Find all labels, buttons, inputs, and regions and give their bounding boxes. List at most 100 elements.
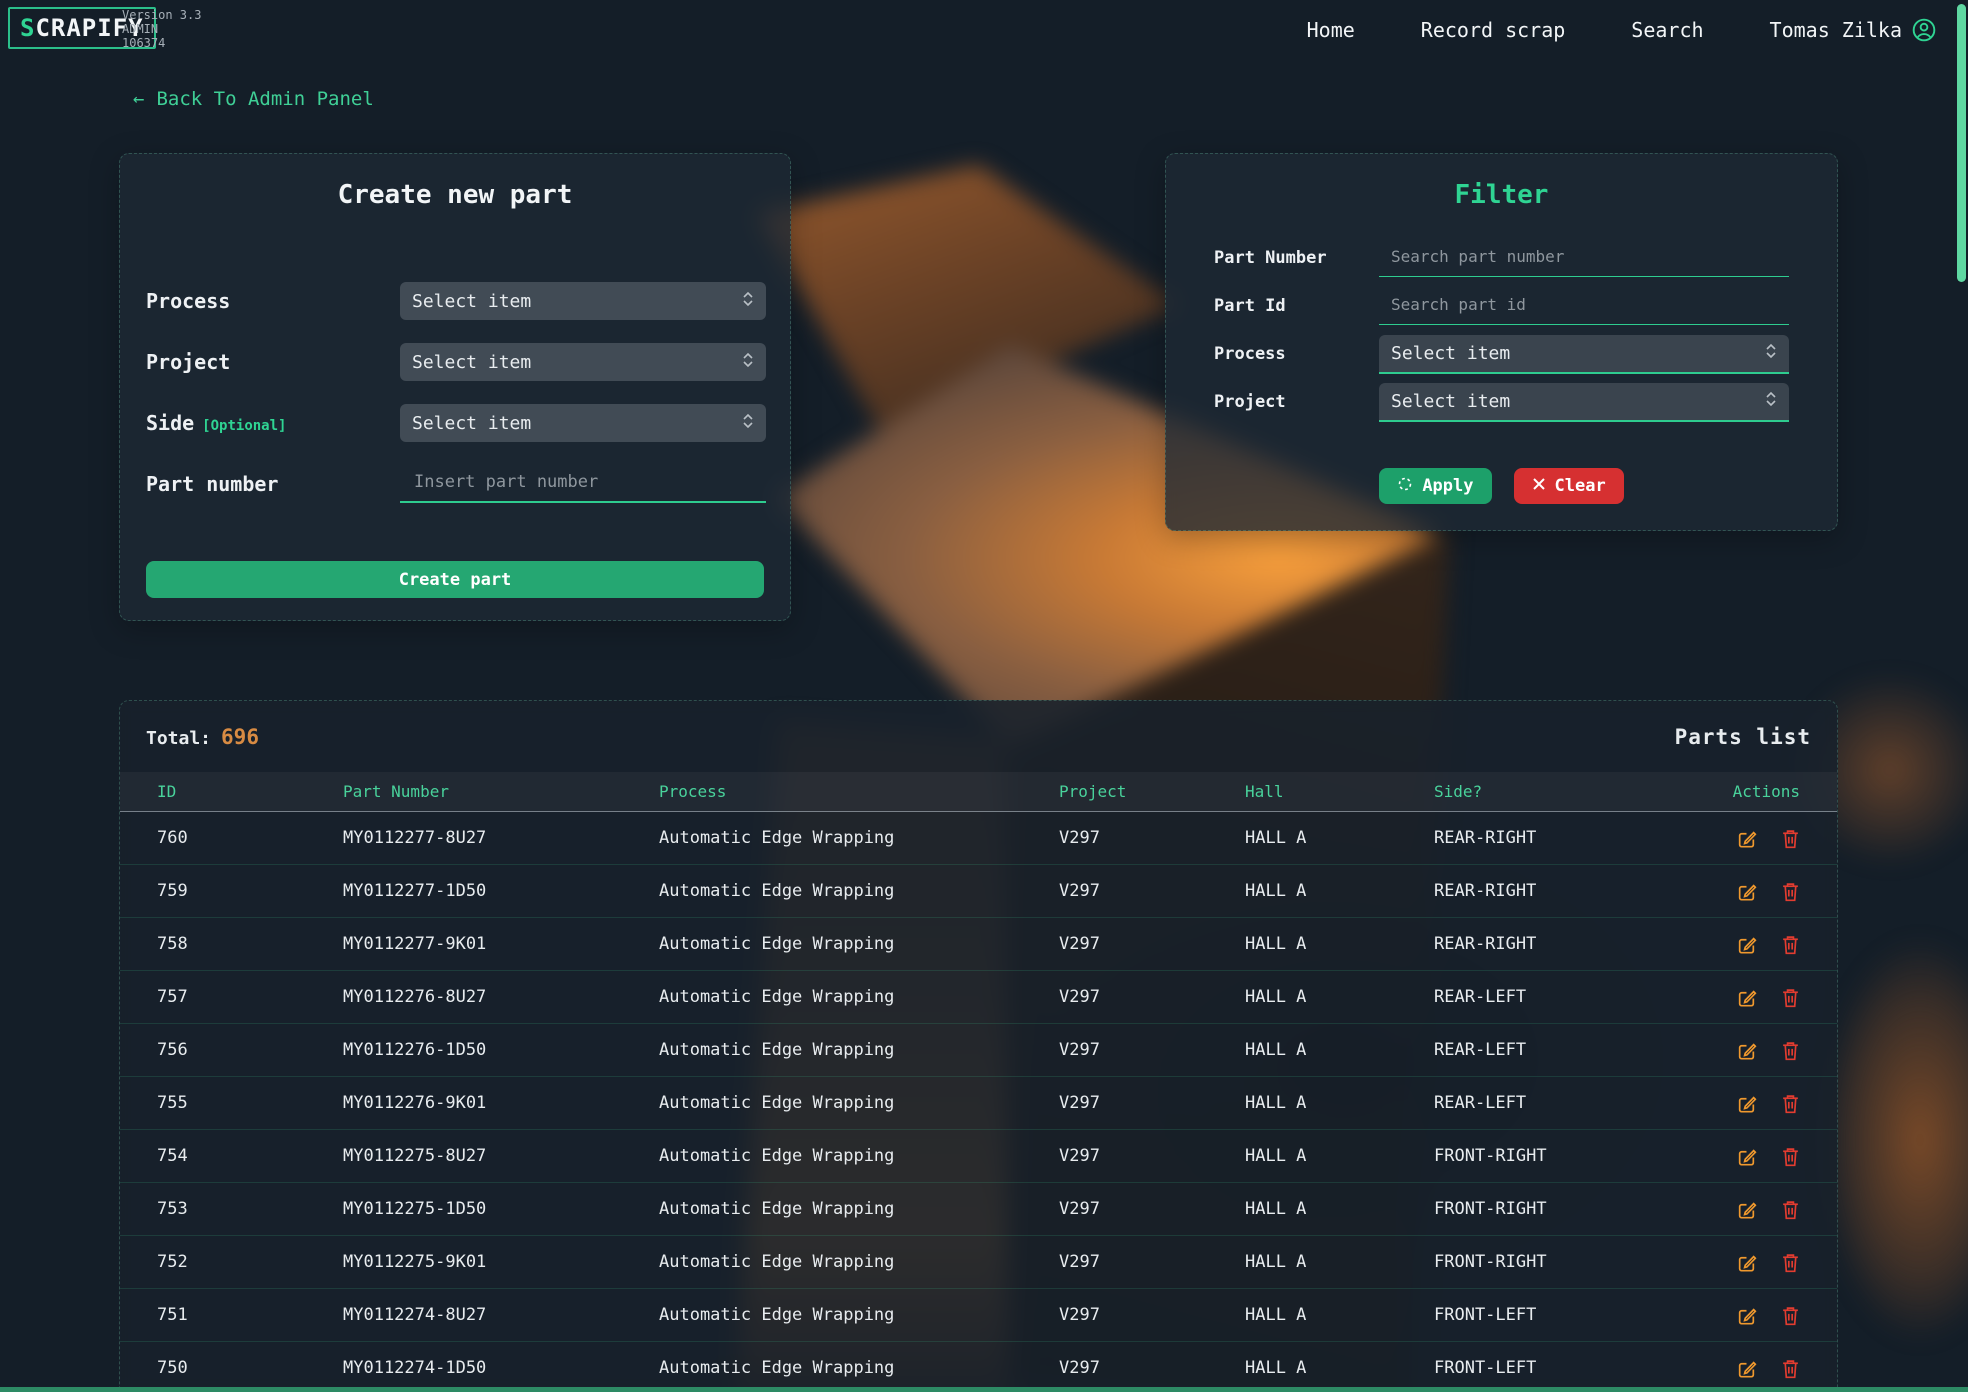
delete-row-button[interactable] [1781, 881, 1800, 902]
app-header: SCRAPIFY Version 3.3 ADMIN 106374 Home R… [0, 0, 1968, 60]
app-meta: Version 3.3 ADMIN 106374 [122, 8, 201, 50]
delete-row-button[interactable] [1781, 828, 1800, 849]
table-header-row: ID Part Number Process Project Hall Side… [120, 772, 1837, 812]
create-part-button[interactable]: Create part [146, 561, 764, 598]
cell-project: V297 [1059, 1305, 1245, 1325]
cell-side: REAR-RIGHT [1434, 881, 1680, 901]
apply-filter-button[interactable]: Apply [1379, 468, 1491, 504]
cell-hall: HALL A [1245, 881, 1434, 901]
cell-process: Automatic Edge Wrapping [659, 987, 1059, 1007]
edit-row-button[interactable] [1736, 987, 1757, 1008]
edit-row-button[interactable] [1736, 1358, 1757, 1379]
clear-x-icon [1532, 476, 1546, 496]
apply-icon [1397, 476, 1413, 497]
cell-actions [1680, 1358, 1800, 1379]
cell-side: FRONT-RIGHT [1434, 1252, 1680, 1272]
chevron-updown-icon [1765, 390, 1777, 413]
col-side: Side? [1434, 782, 1680, 801]
delete-row-button[interactable] [1781, 1199, 1800, 1220]
cell-part-number: MY0112275-9K01 [343, 1252, 659, 1272]
filter-part-id-wrap [1379, 287, 1789, 325]
edit-row-button[interactable] [1736, 1199, 1757, 1220]
cell-hall: HALL A [1245, 1093, 1434, 1113]
cell-actions [1680, 1093, 1800, 1114]
edit-row-button[interactable] [1736, 1146, 1757, 1167]
cell-project: V297 [1059, 1358, 1245, 1378]
filter-part-id-label: Part Id [1214, 296, 1379, 316]
cell-hall: HALL A [1245, 1146, 1434, 1166]
delete-row-button[interactable] [1781, 987, 1800, 1008]
table-row: 751 MY0112274-8U27 Automatic Edge Wrappi… [120, 1289, 1837, 1342]
filter-project-row: Project Select item [1214, 382, 1789, 422]
side-select[interactable]: Select item [400, 404, 766, 442]
edit-row-button[interactable] [1736, 828, 1757, 849]
main-nav: Home Record scrap Search Tomas Zilka [1307, 0, 1936, 60]
cell-actions [1680, 1199, 1800, 1220]
filter-part-id-input[interactable] [1379, 287, 1789, 325]
chevron-updown-icon [1765, 342, 1777, 365]
cell-actions [1680, 828, 1800, 849]
cell-side: FRONT-LEFT [1434, 1358, 1680, 1378]
cell-id: 756 [157, 1040, 343, 1060]
col-hall: Hall [1245, 782, 1434, 801]
chevron-updown-icon [742, 351, 754, 374]
edit-row-button[interactable] [1736, 1305, 1757, 1326]
project-label: Project [146, 350, 400, 374]
parts-panel-bar: Total: 696 Parts list [120, 701, 1837, 772]
cell-side: REAR-LEFT [1434, 987, 1680, 1007]
cell-part-number: MY0112277-8U27 [343, 828, 659, 848]
part-number-input[interactable] [400, 465, 766, 503]
cell-actions [1680, 1146, 1800, 1167]
clear-filter-button[interactable]: Clear [1514, 468, 1624, 504]
nav-search[interactable]: Search [1631, 18, 1703, 42]
filter-part-number-input[interactable] [1379, 239, 1789, 277]
page-scrollbar-track[interactable] [1954, 0, 1968, 1392]
edit-row-button[interactable] [1736, 881, 1757, 902]
filter-process-select[interactable]: Select item [1379, 335, 1789, 374]
part-number-label: Part number [146, 472, 400, 496]
table-row: 753 MY0112275-1D50 Automatic Edge Wrappi… [120, 1183, 1837, 1236]
delete-row-button[interactable] [1781, 1093, 1800, 1114]
delete-row-button[interactable] [1781, 934, 1800, 955]
delete-row-button[interactable] [1781, 1358, 1800, 1379]
page-scrollbar-thumb[interactable] [1957, 4, 1966, 282]
user-menu[interactable]: Tomas Zilka [1770, 18, 1936, 42]
process-select-value: Select item [412, 291, 531, 312]
cell-actions [1680, 1252, 1800, 1273]
cell-hall: HALL A [1245, 987, 1434, 1007]
delete-row-button[interactable] [1781, 1305, 1800, 1326]
cell-part-number: MY0112274-8U27 [343, 1305, 659, 1325]
process-select[interactable]: Select item [400, 282, 766, 320]
filter-actions: Apply Clear [1166, 468, 1837, 504]
cell-actions [1680, 934, 1800, 955]
cell-side: REAR-LEFT [1434, 1040, 1680, 1060]
col-process: Process [659, 782, 1059, 801]
delete-row-button[interactable] [1781, 1252, 1800, 1273]
edit-row-button[interactable] [1736, 1093, 1757, 1114]
clear-label: Clear [1555, 476, 1606, 496]
edit-row-button[interactable] [1736, 1040, 1757, 1061]
side-row: Side[Optional] Select item [146, 404, 766, 442]
cell-id: 751 [157, 1305, 343, 1325]
cell-id: 759 [157, 881, 343, 901]
filter-part-number-row: Part Number [1214, 238, 1789, 278]
cell-side: FRONT-RIGHT [1434, 1199, 1680, 1219]
edit-row-button[interactable] [1736, 1252, 1757, 1273]
back-to-admin-link[interactable]: ← Back To Admin Panel [133, 88, 374, 110]
cell-part-number: MY0112275-8U27 [343, 1146, 659, 1166]
filter-form: Part Number Part Id Process Select item [1214, 238, 1789, 430]
table-row: 757 MY0112276-8U27 Automatic Edge Wrappi… [120, 971, 1837, 1024]
nav-record-scrap[interactable]: Record scrap [1421, 18, 1566, 42]
cell-process: Automatic Edge Wrapping [659, 934, 1059, 954]
cell-hall: HALL A [1245, 828, 1434, 848]
table-row: 759 MY0112277-1D50 Automatic Edge Wrappi… [120, 865, 1837, 918]
table-row: 752 MY0112275-9K01 Automatic Edge Wrappi… [120, 1236, 1837, 1289]
delete-row-button[interactable] [1781, 1040, 1800, 1061]
project-select[interactable]: Select item [400, 343, 766, 381]
delete-row-button[interactable] [1781, 1146, 1800, 1167]
app-version: Version 3.3 [122, 8, 201, 22]
edit-row-button[interactable] [1736, 934, 1757, 955]
filter-project-select[interactable]: Select item [1379, 383, 1789, 422]
cell-process: Automatic Edge Wrapping [659, 1305, 1059, 1325]
nav-home[interactable]: Home [1307, 18, 1355, 42]
